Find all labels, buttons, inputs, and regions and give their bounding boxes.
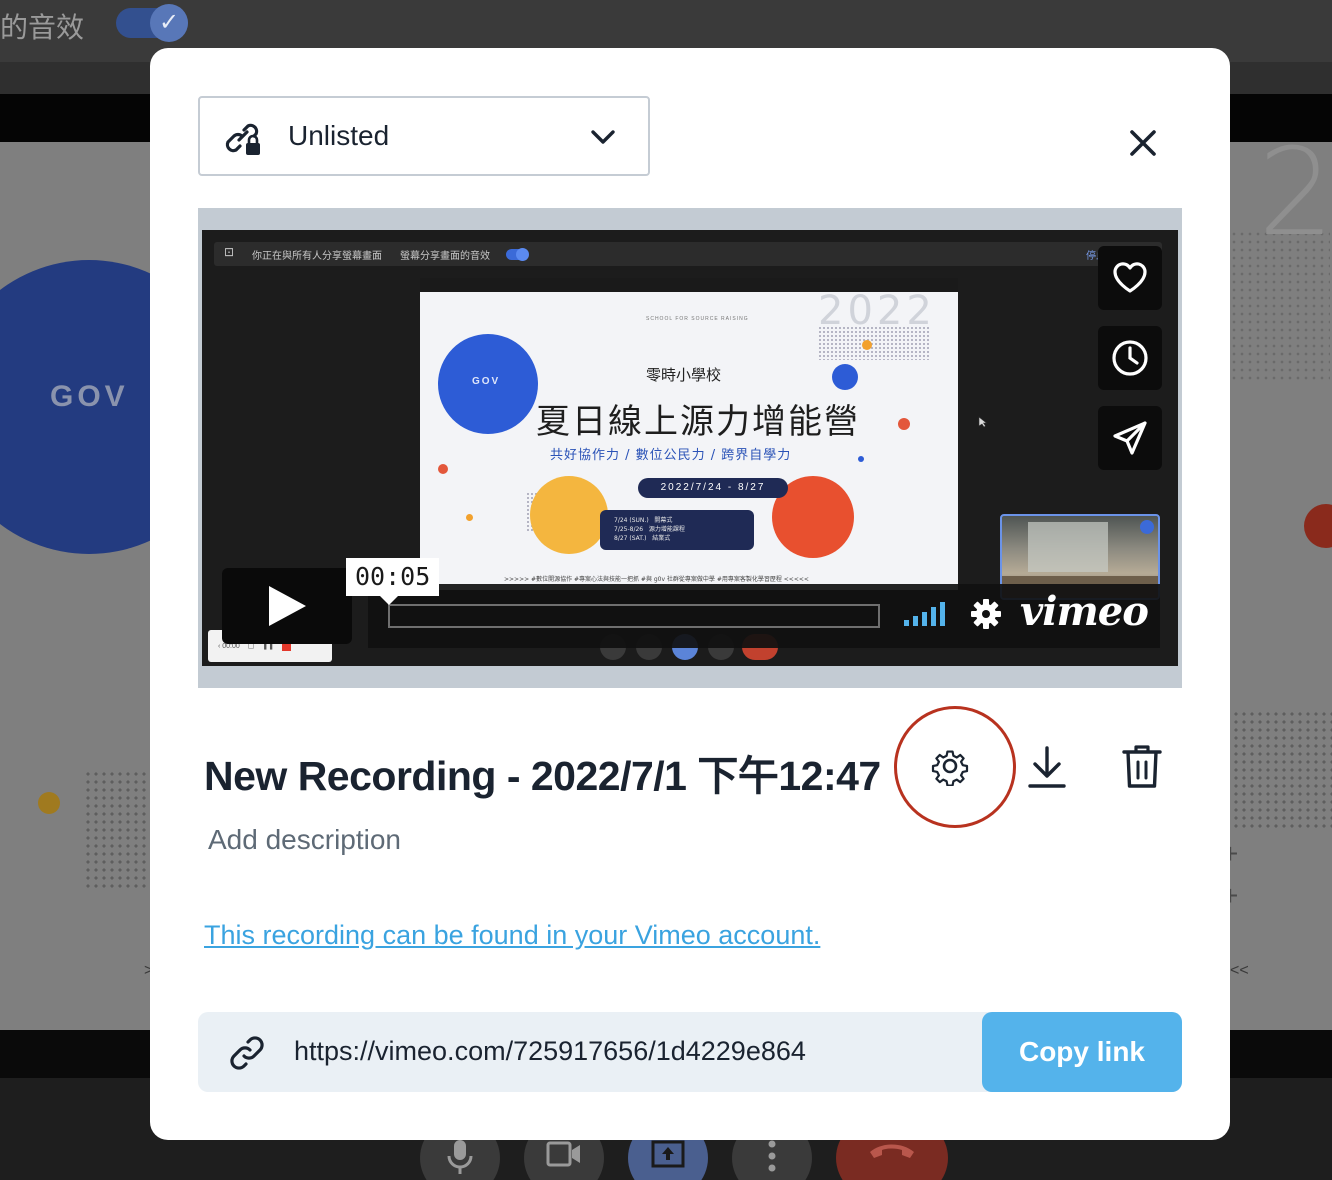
recorded-slide: 2022 GOV SCHOOL FOR SOURCE RAISING 零時小學校… [420, 278, 958, 590]
timecode-tooltip: 00:05 [346, 558, 440, 605]
more-vertical-icon [768, 1140, 776, 1172]
audio-indicator-icon [1140, 520, 1154, 534]
privacy-dropdown[interactable]: Unlisted [198, 96, 650, 176]
background-chevrons: << [1230, 962, 1249, 979]
webcam-window [1028, 522, 1108, 572]
player-controls: vimeo [368, 584, 1160, 648]
mouse-cursor-icon [978, 416, 988, 428]
slide-gov-logo: GOV [472, 376, 501, 387]
background-dot-grid [84, 770, 150, 888]
slide-orange-dot [862, 340, 872, 350]
slide-blue-dot [858, 456, 864, 462]
slide-tagline: SCHOOL FOR SOURCE RAISING [646, 316, 749, 322]
microphone-icon [447, 1140, 473, 1174]
present-screen-icon [651, 1140, 685, 1168]
clock-icon [1112, 340, 1148, 376]
slide-schedule: 7/24 (SUN.) 開幕式 7/25-8/26 源力增能課程 8/27 (S… [600, 510, 754, 550]
hang-up-icon [870, 1144, 914, 1158]
play-icon [269, 586, 306, 626]
send-icon [1113, 421, 1147, 455]
video-camera-icon [546, 1141, 580, 1167]
recording-modal: Unlisted ⊡ 你正在與所有人分享螢幕畫面 螢幕分享畫面的音效 停止分享 … [150, 48, 1230, 1140]
link-icon [230, 1036, 264, 1070]
slide-blue-dot [832, 364, 858, 390]
slide-date: 2022/7/24 - 8/27 [638, 478, 788, 498]
share-audio-toggle [506, 248, 529, 261]
slide-footer: >>>>> #數位開源協作 #專案心法與技能一把抓 #與 g0v 社群從專案做中… [504, 576, 809, 583]
slide-subtitle: 共好協作力 / 數位公民力 / 跨界自學力 [550, 448, 792, 463]
slide-red-dot [438, 464, 448, 474]
slide-red-dot [898, 418, 910, 430]
share-audio-label: 螢幕分享畫面的音效 [400, 251, 490, 262]
share-notice: 你正在與所有人分享螢幕畫面 [252, 251, 382, 262]
trash-icon[interactable] [1118, 742, 1166, 792]
vimeo-logo[interactable]: vimeo [1020, 588, 1149, 635]
vimeo-account-link[interactable]: This recording can be found in your Vime… [204, 920, 820, 951]
heart-icon [1113, 262, 1147, 293]
share-button[interactable] [1098, 406, 1162, 470]
video-player[interactable]: ⊡ 你正在與所有人分享螢幕畫面 螢幕分享畫面的音效 停止分享 2022 GOV [198, 208, 1182, 688]
share-link-bar: https://vimeo.com/725917656/1d4229e864 C… [198, 1012, 1182, 1092]
chevron-down-icon [591, 130, 615, 144]
gear-icon[interactable] [970, 598, 1002, 630]
slide-yellow-circle [530, 476, 608, 554]
share-screen-icon: ⊡ [224, 245, 235, 259]
gear-icon [931, 750, 969, 786]
watch-later-button[interactable] [1098, 326, 1162, 390]
checkmark-icon: ✓ [150, 4, 188, 42]
link-lock-icon [225, 123, 260, 155]
volume-bars-icon[interactable] [902, 598, 950, 628]
slide-dot-grid [818, 326, 930, 360]
slide-orange-dot [466, 514, 473, 521]
download-icon[interactable] [1022, 742, 1072, 792]
background-year-digit: 2 [1258, 142, 1332, 263]
description-field[interactable]: Add description [208, 824, 401, 856]
privacy-value: Unlisted [288, 120, 390, 151]
background-audio-label: 的音效 [0, 11, 85, 44]
play-button[interactable] [222, 568, 352, 644]
like-button[interactable] [1098, 246, 1162, 310]
copy-link-button[interactable]: Copy link [982, 1012, 1182, 1092]
slide-title: 夏日線上源力增能營 [536, 402, 860, 442]
progress-bar[interactable] [388, 604, 880, 628]
close-icon[interactable] [1120, 120, 1166, 166]
recording-title[interactable]: New Recording - 2022/7/1 下午12:47 [204, 742, 881, 802]
video-frame[interactable]: ⊡ 你正在與所有人分享螢幕畫面 螢幕分享畫面的音效 停止分享 2022 GOV [202, 230, 1178, 666]
slide-school-name: 零時小學校 [646, 366, 722, 384]
background-orange-dot [38, 792, 60, 814]
background-red-dot [1304, 504, 1332, 548]
screen-share-banner: ⊡ 你正在與所有人分享螢幕畫面 螢幕分享畫面的音效 停止分享 [214, 242, 1162, 266]
settings-button[interactable] [926, 742, 974, 790]
share-url-field[interactable]: https://vimeo.com/725917656/1d4229e864 [294, 1036, 806, 1067]
background-dot-grid [1232, 710, 1332, 828]
background-gov-logo: GOV [50, 380, 129, 413]
